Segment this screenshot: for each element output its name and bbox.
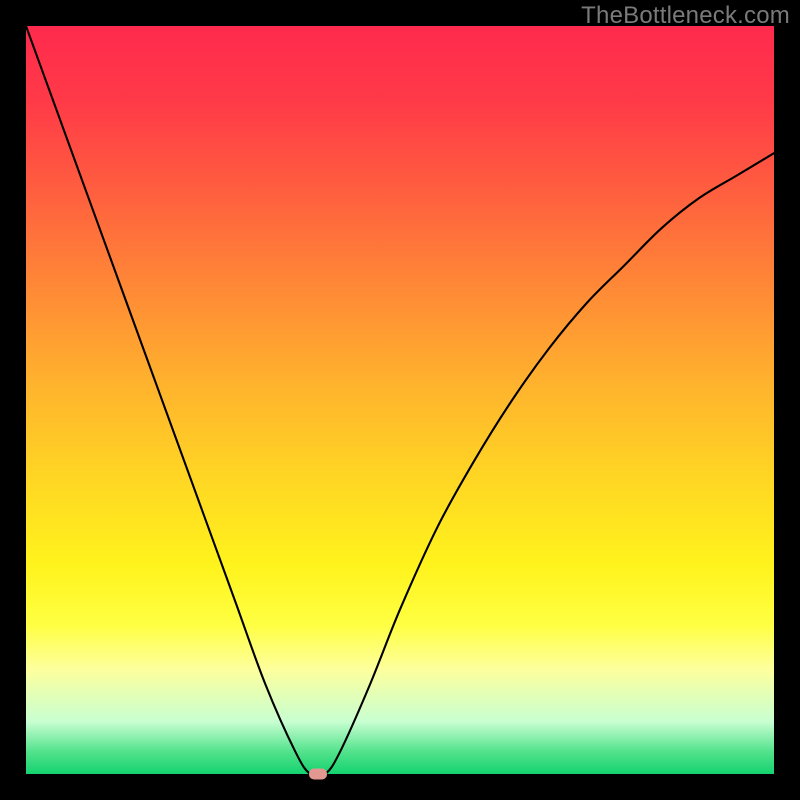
chart-plot-area <box>26 26 774 774</box>
chart-frame: TheBottleneck.com <box>0 0 800 800</box>
bottleneck-curve <box>26 26 774 774</box>
min-marker <box>309 769 327 780</box>
